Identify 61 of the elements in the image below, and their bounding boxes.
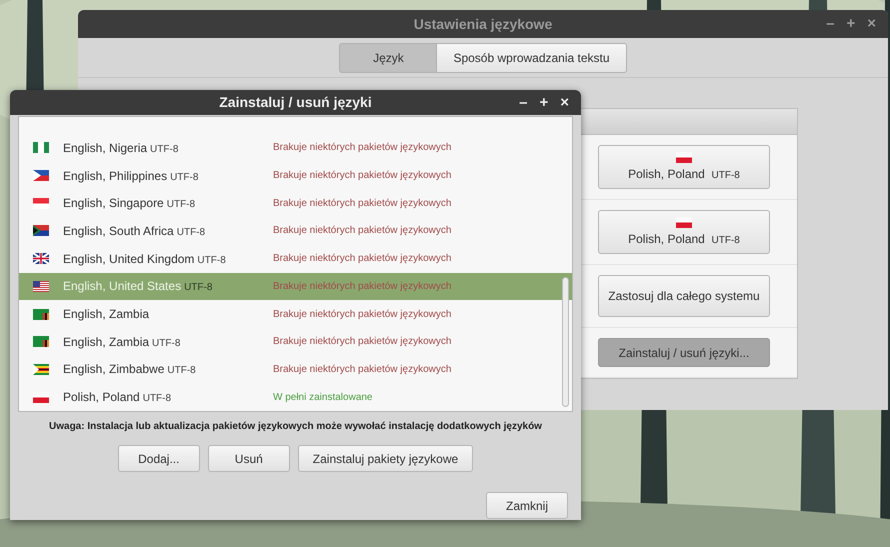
language-name: English, Zambia bbox=[63, 334, 150, 351]
encoding-label: UTF-8 bbox=[152, 336, 180, 351]
status-text: Brakuje niektórych pakietów językowych bbox=[273, 224, 452, 238]
status-text: Brakuje niektórych pakietów językowych bbox=[273, 196, 452, 211]
language-name: English, South Africa bbox=[63, 222, 174, 240]
language-row[interactable]: English, Zambia UTF-8 Brakuje niektórych pakietów językowych bbox=[19, 328, 572, 356]
dialog-button[interactable]: Dodaj... bbox=[118, 445, 200, 472]
language-name: Polish, Poland bbox=[63, 389, 140, 406]
language-row[interactable]: English, Philippines UTF-8 Brakuje niektórych pakietów językowych bbox=[19, 162, 572, 190]
maximize-button[interactable]: + bbox=[539, 95, 548, 110]
encoding-label: UTF-8 bbox=[176, 226, 206, 240]
language-name: English, Zambia bbox=[63, 306, 150, 324]
language-name: English, Philippines bbox=[63, 168, 168, 185]
warning-note: Uwaga: Instalacja lub aktualizacja pakietów językowych może wywołać instalację dodatkowych języków bbox=[49, 420, 542, 434]
language-name: English, United States bbox=[63, 278, 182, 296]
scrollbar[interactable] bbox=[562, 277, 569, 407]
encoding-label: UTF-8 bbox=[170, 170, 198, 185]
maximize-button[interactable]: + bbox=[846, 16, 856, 31]
language-name: English, Singapore bbox=[63, 195, 164, 212]
encoding-label: UTF-8 bbox=[167, 364, 196, 378]
tab[interactable]: Sposób wprowadzania tekstu bbox=[437, 42, 627, 72]
language-row[interactable]: English, Zambia Brakuje niektórych pakietów językowych bbox=[19, 300, 572, 328]
flag-icon bbox=[676, 152, 692, 162]
language-row[interactable]: English, Singapore UTF-8 Brakuje niektórych pakietów językowych bbox=[19, 189, 572, 218]
minimize-button[interactable]: – bbox=[519, 95, 528, 110]
language-row[interactable]: Polish, Poland UTF-8 W pełni zainstalowane bbox=[19, 383, 572, 412]
encoding-label: UTF-8 bbox=[184, 281, 212, 296]
encoding-label: UTF-8 bbox=[142, 392, 172, 406]
dialog-button[interactable]: Zainstaluj pakiety językowe bbox=[298, 445, 474, 472]
encoding-label: UTF-8 bbox=[150, 142, 178, 157]
action-button[interactable]: Zastosuj dla całego systemu bbox=[598, 275, 770, 317]
locale-button[interactable]: Polish, Poland UTF-8 bbox=[598, 145, 770, 189]
language-name: English, United Kingdom bbox=[63, 250, 194, 268]
language-row[interactable]: English, United Kingdom UTF-8 Brakuje niektórych pakietów językowych bbox=[19, 244, 572, 273]
tab[interactable]: Język bbox=[339, 42, 438, 72]
dialog-button[interactable]: Usuń bbox=[208, 445, 290, 472]
status-text: W pełni zainstalowane bbox=[273, 390, 372, 405]
language-row[interactable]: English, South Africa UTF-8 Brakuje niektórych pakietów językowych bbox=[19, 217, 572, 245]
status-text: Brakuje niektórych pakietów językowych bbox=[273, 335, 452, 350]
status-text: Brakuje niektórych pakietów językowych bbox=[273, 252, 452, 266]
language-row[interactable]: English, United States UTF-8 Brakuje niektórych pakietów językowych bbox=[19, 272, 572, 300]
status-text: Brakuje niektórych pakietów językowych bbox=[273, 169, 452, 184]
status-text: Brakuje niektórych pakietów językowych bbox=[273, 141, 452, 156]
window-title: Ustawienia językowe bbox=[414, 14, 552, 34]
status-text: Brakuje niektórych pakietów językowych bbox=[273, 362, 452, 377]
status-text: Brakuje niektórych pakietów językowych bbox=[273, 280, 452, 294]
encoding-label: UTF-8 bbox=[197, 254, 226, 268]
minimize-button[interactable]: – bbox=[826, 16, 834, 31]
language-row[interactable]: English, Zimbabwe UTF-8 Brakuje niektórych pakietów językowych bbox=[19, 356, 572, 384]
action-button[interactable]: Zainstaluj / usuń języki... bbox=[598, 338, 770, 367]
encoding-label: UTF-8 bbox=[166, 198, 196, 212]
close-dialog-button[interactable]: Zamknij bbox=[486, 492, 568, 519]
locale-button[interactable]: Polish, Poland UTF-8 bbox=[598, 210, 770, 254]
language-name: English, Zimbabwe bbox=[63, 361, 164, 378]
window-title: Zainstaluj / usuń języki bbox=[219, 93, 372, 112]
flag-icon bbox=[676, 216, 692, 228]
language-row[interactable]: English, Nigeria UTF-8 Brakuje niektórych pakietów językowych bbox=[19, 134, 572, 162]
close-button[interactable]: × bbox=[560, 95, 569, 110]
close-button[interactable]: × bbox=[867, 16, 876, 31]
language-name: English, Nigeria bbox=[63, 140, 148, 157]
status-text: Brakuje niektórych pakietów językowych bbox=[273, 308, 452, 322]
